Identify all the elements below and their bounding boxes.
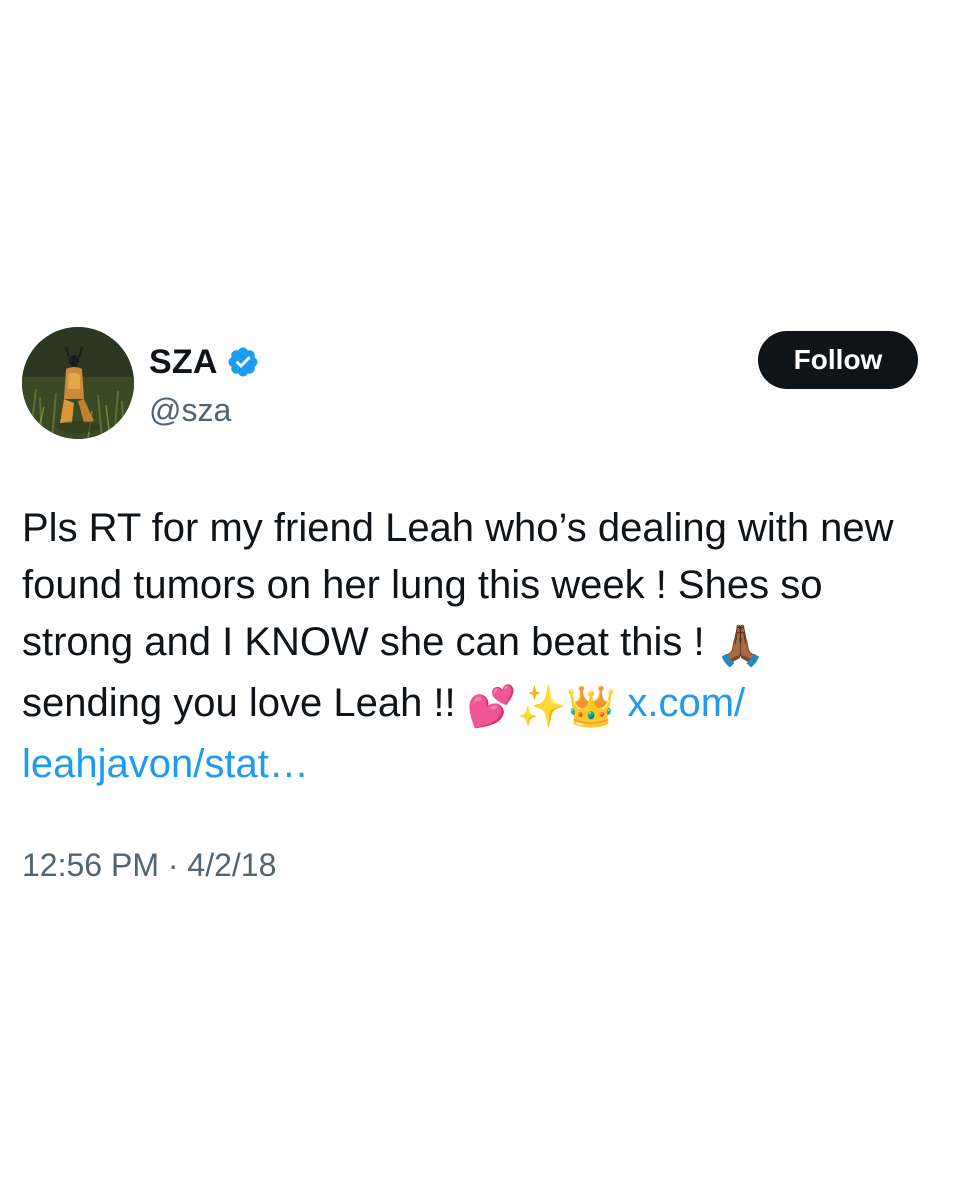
author-handle[interactable]: @sza — [149, 390, 231, 430]
tweet-text-line-3: strong and I KNOW she can beat this ! — [22, 620, 716, 664]
tweet-text: Pls RT for my friend Leah who’s dealing … — [22, 500, 938, 793]
tweet-text-line-4: sending you love Leah !! — [22, 681, 467, 725]
avatar-image — [22, 327, 134, 439]
tweet-text-line-2: found tumors on her lung this week ! She… — [22, 563, 823, 607]
author-display-name[interactable]: SZA — [149, 340, 218, 384]
tweet-time: 12:56 PM — [22, 847, 159, 883]
tweet-timestamp[interactable]: 12:56 PM · 4/2/18 — [22, 843, 276, 887]
author-name-row: SZA — [149, 340, 260, 384]
tweet-text-line-1: Pls RT for my friend Leah who’s dealing … — [22, 506, 894, 550]
two-hearts-emoji-icon: 💕 — [466, 684, 517, 730]
folded-hands-emoji-icon: 🙏🏾 — [715, 623, 766, 669]
meta-separator: · — [158, 847, 188, 883]
verified-badge-icon — [226, 345, 260, 379]
sparkles-emoji-icon: ✨ — [516, 684, 567, 730]
crown-emoji-icon: 👑 — [566, 684, 617, 730]
author-avatar[interactable] — [22, 327, 134, 439]
follow-button[interactable]: Follow — [758, 331, 918, 389]
tweet-card: SZA @sza Follow Pls RT for my friend Lea… — [0, 0, 960, 1200]
tweet-link-part-1: x.com/ — [627, 681, 746, 725]
tweet-link-part-2: leahjavon/stat… — [22, 742, 309, 786]
tweet-date: 4/2/18 — [187, 847, 277, 883]
